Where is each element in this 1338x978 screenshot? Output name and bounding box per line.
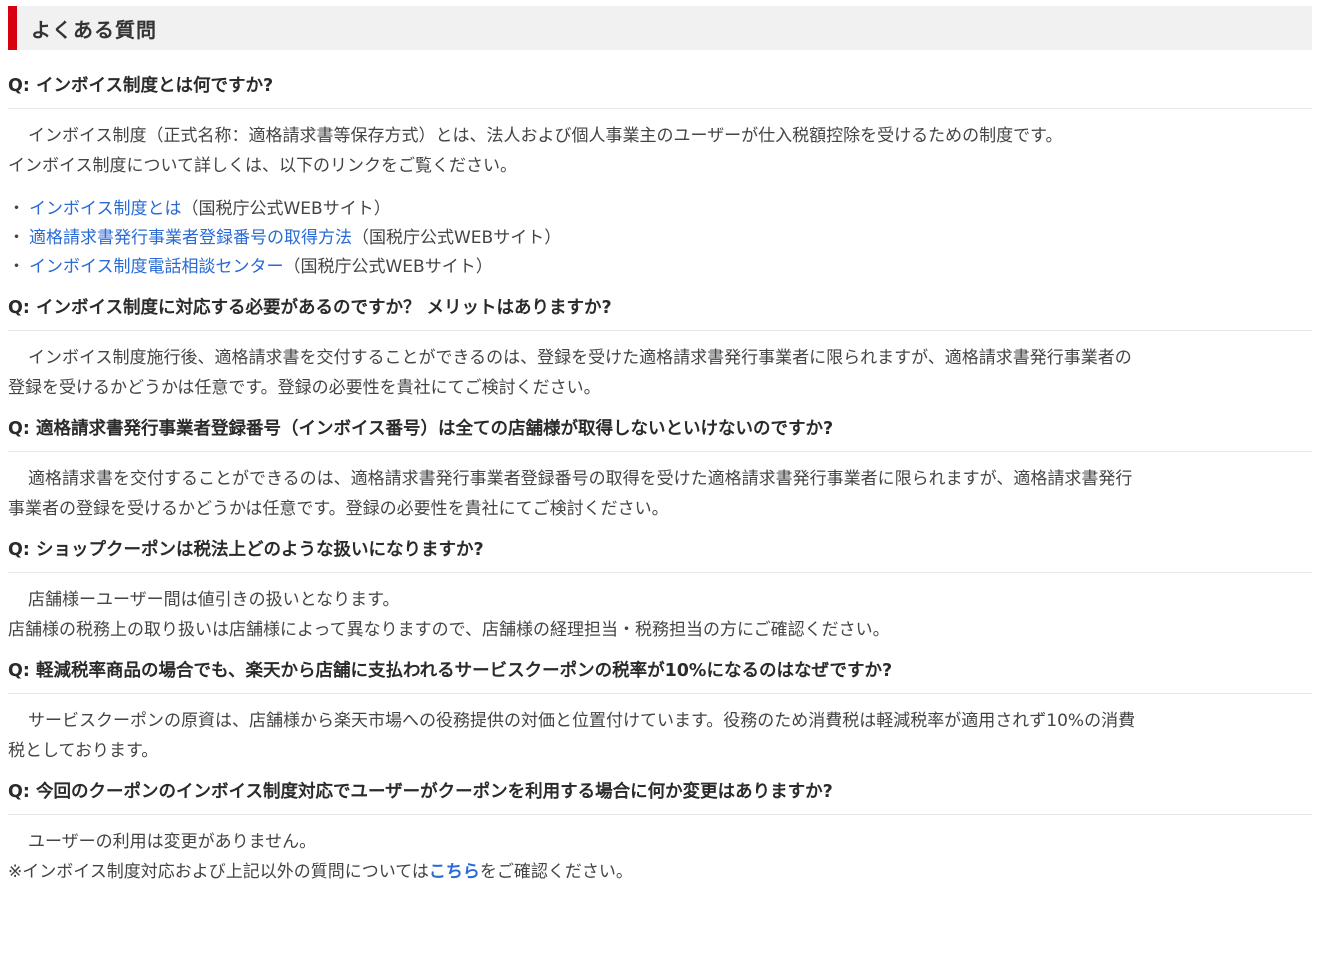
link-suffix: （国税庁公式WEBサイト） bbox=[181, 199, 391, 219]
answer-line: 店舗様ーユーザー間は値引きの扱いとなります。 bbox=[28, 590, 400, 610]
reference-link-item: ・インボイス制度電話相談センター（国税庁公式WEBサイト） bbox=[8, 253, 1312, 282]
faq-question: Q: 軽減税率商品の場合でも、楽天から店舗に支払われるサービスクーポンの税率が1… bbox=[8, 659, 1312, 694]
faq-answer: 適格請求書を交付することができるのは、適格請求書発行事業者登録番号の取得を受けた… bbox=[8, 452, 1312, 538]
faq-answer: 店舗様ーユーザー間は値引きの扱いとなります。 店舗様の税務上の取り扱いは店舗様に… bbox=[8, 573, 1312, 659]
faq-item-registration-number: Q: 適格請求書発行事業者登録番号（インボイス番号）は全ての店舗様が取得しないと… bbox=[8, 417, 1312, 538]
faq-answer: ユーザーの利用は変更がありません。 ※インボイス制度対応および上記以外の質問につ… bbox=[8, 815, 1312, 901]
faq-question: Q: 今回のクーポンのインボイス制度対応でユーザーがクーポンを利用する場合に何か… bbox=[8, 780, 1312, 815]
answer-line: 税としております。 bbox=[8, 741, 159, 761]
link-invoice-system-about[interactable]: インボイス制度とは bbox=[29, 199, 182, 219]
answer-line: インボイス制度（正式名称：適格請求書等保存方式）とは、法人および個人事業主のユー… bbox=[28, 126, 1063, 146]
bullet: ・ bbox=[8, 199, 25, 219]
answer-note-suffix: をご確認ください。 bbox=[479, 862, 633, 882]
answer-line: 適格請求書を交付することができるのは、適格請求書発行事業者登録番号の取得を受けた… bbox=[28, 469, 1133, 489]
faq-item-user-changes: Q: 今回のクーポンのインボイス制度対応でユーザーがクーポンを利用する場合に何か… bbox=[8, 780, 1312, 901]
bullet: ・ bbox=[8, 228, 25, 248]
link-other-questions[interactable]: こちら bbox=[429, 862, 480, 882]
section-header: よくある質問 bbox=[8, 6, 1312, 50]
faq-item-reduced-tax-rate: Q: 軽減税率商品の場合でも、楽天から店舗に支払われるサービスクーポンの税率が1… bbox=[8, 659, 1312, 780]
reference-link-item: ・インボイス制度とは（国税庁公式WEBサイト） bbox=[8, 195, 1312, 224]
faq-question: Q: ショップクーポンは税法上どのような扱いになりますか? bbox=[8, 538, 1312, 573]
reference-link-item: ・適格請求書発行事業者登録番号の取得方法（国税庁公式WEBサイト） bbox=[8, 224, 1312, 253]
faq-question: Q: インボイス制度に対応する必要があるのですか？ メリットはありますか? bbox=[8, 296, 1312, 331]
faq-question: Q: 適格請求書発行事業者登録番号（インボイス番号）は全ての店舗様が取得しないと… bbox=[8, 417, 1312, 452]
answer-line: インボイス制度について詳しくは、以下のリンクをご覧ください。 bbox=[8, 156, 517, 176]
answer-line: サービスクーポンの原資は、店舗様から楽天市場への役務提供の対価と位置付けています… bbox=[28, 711, 1136, 731]
faq-answer: サービスクーポンの原資は、店舗様から楽天市場への役務提供の対価と位置付けています… bbox=[8, 694, 1312, 780]
answer-line: ※インボイス制度対応および上記以外の質問についてはこちらをご確認ください。 bbox=[8, 857, 1312, 887]
link-suffix: （国税庁公式WEBサイト） bbox=[283, 257, 493, 277]
faq-answer: インボイス制度施行後、適格請求書を交付することができるのは、登録を受けた適格請求… bbox=[8, 331, 1312, 417]
reference-link-list: ・インボイス制度とは（国税庁公式WEBサイト） ・適格請求書発行事業者登録番号の… bbox=[8, 195, 1312, 282]
answer-line: 登録を受けるかどうかは任意です。登録の必要性を貴社にてご検討ください。 bbox=[8, 378, 601, 398]
link-phone-consultation-center[interactable]: インボイス制度電話相談センター bbox=[29, 257, 284, 277]
faq-answer: インボイス制度（正式名称：適格請求書等保存方式）とは、法人および個人事業主のユー… bbox=[8, 109, 1312, 296]
faq-item-shop-coupon-tax: Q: ショップクーポンは税法上どのような扱いになりますか? 店舗様ーユーザー間は… bbox=[8, 538, 1312, 659]
section-title: よくある質問 bbox=[31, 17, 157, 42]
faq-item-invoice-system: Q: インボイス制度とは何ですか? インボイス制度（正式名称：適格請求書等保存方… bbox=[8, 74, 1312, 296]
answer-line: インボイス制度施行後、適格請求書を交付することができるのは、登録を受けた適格請求… bbox=[28, 348, 1132, 368]
answer-line: 店舗様の税務上の取り扱いは店舗様によって異なりますので、店舗様の経理担当・税務担… bbox=[8, 620, 890, 640]
link-registration-number-howto[interactable]: 適格請求書発行事業者登録番号の取得方法 bbox=[29, 228, 352, 248]
faq-list: Q: インボイス制度とは何ですか? インボイス制度（正式名称：適格請求書等保存方… bbox=[8, 74, 1312, 901]
faq-item-need-to-comply: Q: インボイス制度に対応する必要があるのですか？ メリットはありますか? イン… bbox=[8, 296, 1312, 417]
faq-page: よくある質問 Q: インボイス制度とは何ですか? インボイス制度（正式名称：適格… bbox=[0, 0, 1338, 978]
answer-note-prefix: ※インボイス制度対応および上記以外の質問については bbox=[8, 862, 429, 882]
answer-line: ユーザーの利用は変更がありません。 bbox=[28, 832, 317, 852]
link-suffix: （国税庁公式WEBサイト） bbox=[352, 228, 562, 248]
faq-question: Q: インボイス制度とは何ですか? bbox=[8, 74, 1312, 109]
bullet: ・ bbox=[8, 257, 25, 277]
answer-line: 事業者の登録を受けるかどうかは任意です。登録の必要性を貴社にてご検討ください。 bbox=[8, 499, 669, 519]
